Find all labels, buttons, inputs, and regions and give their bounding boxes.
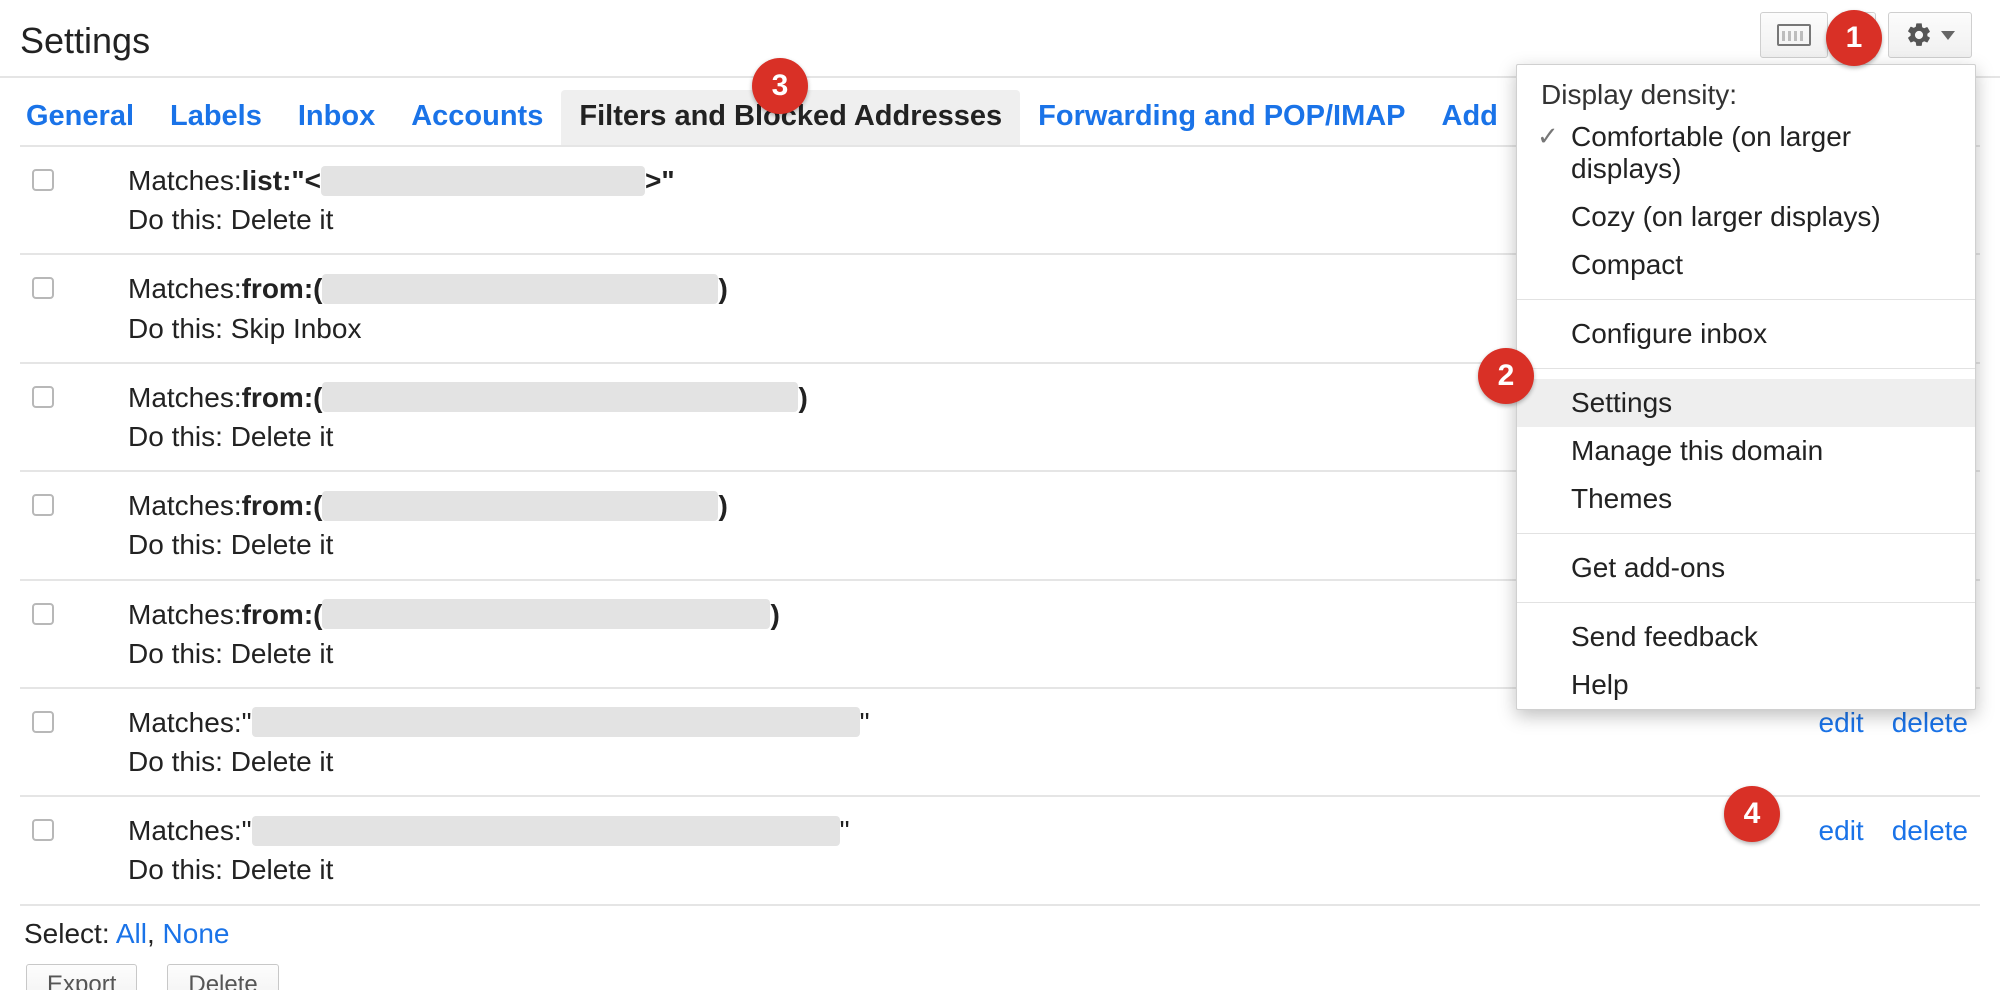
filter-action: Delete it: [231, 746, 334, 777]
match-prefix: list:"<: [242, 161, 321, 200]
filter-action: Skip Inbox: [231, 313, 362, 344]
tab-addons-cut[interactable]: Add: [1424, 90, 1516, 145]
redacted-value: [322, 491, 718, 521]
filter-actions: edit delete: [1819, 811, 1972, 847]
do-this-label: Do this:: [128, 638, 231, 669]
match-prefix: from:(: [242, 269, 323, 308]
select-row: Select: All, None: [20, 906, 1980, 960]
annotation-2: 2: [1478, 348, 1534, 404]
menu-item-help[interactable]: Help: [1517, 661, 1975, 709]
tab-inbox[interactable]: Inbox: [280, 90, 393, 145]
filter-criteria: Matches: ""Do this: Delete it: [128, 703, 1819, 781]
annotation-3: 3: [752, 58, 808, 114]
match-suffix: ): [770, 595, 779, 634]
settings-gear-button[interactable]: [1888, 12, 1972, 58]
match-prefix: ": [242, 703, 252, 742]
redacted-value: [252, 816, 840, 846]
match-suffix: ): [718, 486, 727, 525]
menu-item-cozy[interactable]: Cozy (on larger displays): [1517, 193, 1975, 241]
menu-item-comfortable[interactable]: Comfortable (on larger displays): [1517, 113, 1975, 193]
do-this-label: Do this:: [128, 854, 231, 885]
match-suffix: ": [860, 703, 870, 742]
filter-action-line: Do this: Delete it: [128, 742, 1819, 781]
filter-criteria: Matches: ""Do this: Delete it: [128, 811, 1819, 889]
filter-checkbox[interactable]: [32, 819, 54, 841]
matches-label: Matches:: [128, 378, 242, 417]
delete-filter-link[interactable]: delete: [1892, 815, 1968, 847]
filter-checkbox[interactable]: [32, 603, 54, 625]
edit-filter-link[interactable]: edit: [1819, 815, 1864, 847]
menu-divider: [1517, 602, 1975, 603]
matches-label: Matches:: [128, 269, 242, 308]
redacted-value: [322, 382, 798, 412]
filter-row: Matches: ""Do this: Delete iteditdelete: [20, 797, 1980, 905]
menu-item-get-addons[interactable]: Get add-ons: [1517, 544, 1975, 592]
do-this-label: Do this:: [128, 746, 231, 777]
menu-item-compact[interactable]: Compact: [1517, 241, 1975, 289]
match-suffix: ): [718, 269, 727, 308]
input-tools-button[interactable]: [1760, 12, 1828, 58]
do-this-label: Do this:: [128, 204, 231, 235]
filter-action: Delete it: [231, 421, 334, 452]
do-this-label: Do this:: [128, 313, 231, 344]
redacted-value: [321, 166, 645, 196]
filter-checkbox[interactable]: [32, 169, 54, 191]
tab-accounts[interactable]: Accounts: [393, 90, 561, 145]
menu-header: Display density:: [1517, 65, 1975, 113]
matches-label: Matches:: [128, 486, 242, 525]
filter-action: Delete it: [231, 204, 334, 235]
tab-labels[interactable]: Labels: [152, 90, 280, 145]
delete-filter-link[interactable]: delete: [1892, 707, 1968, 739]
settings-dropdown-menu: Display density: Comfortable (on larger …: [1516, 64, 1976, 710]
matches-label: Matches:: [128, 811, 242, 850]
filter-checkbox[interactable]: [32, 277, 54, 299]
select-label: Select:: [24, 918, 116, 949]
edit-filter-link[interactable]: edit: [1819, 707, 1864, 739]
filter-action-line: Do this: Delete it: [128, 850, 1819, 889]
menu-divider: [1517, 533, 1975, 534]
menu-divider: [1517, 368, 1975, 369]
match-suffix: >": [645, 161, 675, 200]
filter-checkbox[interactable]: [32, 386, 54, 408]
match-prefix: from:(: [242, 595, 323, 634]
menu-item-settings[interactable]: Settings: [1517, 379, 1975, 427]
matches-label: Matches:: [128, 703, 242, 742]
caret-down-icon: [1941, 31, 1955, 40]
tab-forwarding[interactable]: Forwarding and POP/IMAP: [1020, 90, 1423, 145]
redacted-value: [252, 707, 860, 737]
filter-action: Delete it: [231, 638, 334, 669]
match-prefix: from:(: [242, 486, 323, 525]
keyboard-icon: [1777, 24, 1811, 46]
menu-item-feedback[interactable]: Send feedback: [1517, 613, 1975, 661]
filter-checkbox[interactable]: [32, 711, 54, 733]
menu-item-configure-inbox[interactable]: Configure inbox: [1517, 310, 1975, 358]
match-prefix: ": [242, 811, 252, 850]
filter-action: Delete it: [231, 854, 334, 885]
export-button[interactable]: Export: [26, 964, 137, 990]
matches-label: Matches:: [128, 595, 242, 634]
match-suffix: ": [840, 811, 850, 850]
do-this-label: Do this:: [128, 529, 231, 560]
delete-button[interactable]: Delete: [167, 964, 278, 990]
filter-action: Delete it: [231, 529, 334, 560]
tab-general[interactable]: General: [20, 90, 152, 145]
matches-label: Matches:: [128, 161, 242, 200]
filter-checkbox[interactable]: [32, 494, 54, 516]
menu-divider: [1517, 299, 1975, 300]
redacted-value: [322, 599, 770, 629]
match-prefix: from:(: [242, 378, 323, 417]
menu-item-themes[interactable]: Themes: [1517, 475, 1975, 523]
annotation-1: 1: [1826, 10, 1882, 66]
select-none-link[interactable]: None: [163, 918, 230, 949]
match-suffix: ): [798, 378, 807, 417]
select-all-link[interactable]: All: [116, 918, 147, 949]
do-this-label: Do this:: [128, 421, 231, 452]
gear-icon: [1905, 21, 1933, 49]
annotation-4: 4: [1724, 786, 1780, 842]
button-row: Export Delete: [20, 960, 1980, 990]
comma: ,: [147, 918, 163, 949]
menu-item-manage-domain[interactable]: Manage this domain: [1517, 427, 1975, 475]
redacted-value: [322, 274, 718, 304]
